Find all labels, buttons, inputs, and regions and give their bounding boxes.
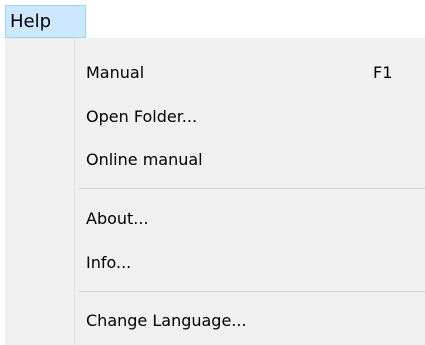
menu-item-manual[interactable]: Manual F1 <box>5 56 425 90</box>
menu-item-open-folder[interactable]: Open Folder... <box>5 100 425 134</box>
menu-item-label: About... <box>86 209 149 228</box>
menu-item-label: Open Folder... <box>86 107 198 126</box>
menu-item-shortcut: F1 <box>373 63 393 82</box>
menu-item-label: Manual <box>86 63 145 82</box>
menu-item-change-language[interactable]: Change Language... <box>5 304 425 338</box>
menu-separator <box>79 188 425 189</box>
menu-item-label: Change Language... <box>86 311 247 330</box>
menu-item-info[interactable]: Info... <box>5 246 425 280</box>
menu-separator <box>79 291 425 292</box>
help-menu-dropdown: Manual F1 Open Folder... Online manual A… <box>5 38 425 345</box>
menu-help[interactable]: Help <box>5 5 86 38</box>
menu-item-about[interactable]: About... <box>5 202 425 236</box>
menu-item-online-manual[interactable]: Online manual <box>5 143 425 177</box>
menu-item-label: Online manual <box>86 150 203 169</box>
menu-item-label: Info... <box>86 253 132 272</box>
